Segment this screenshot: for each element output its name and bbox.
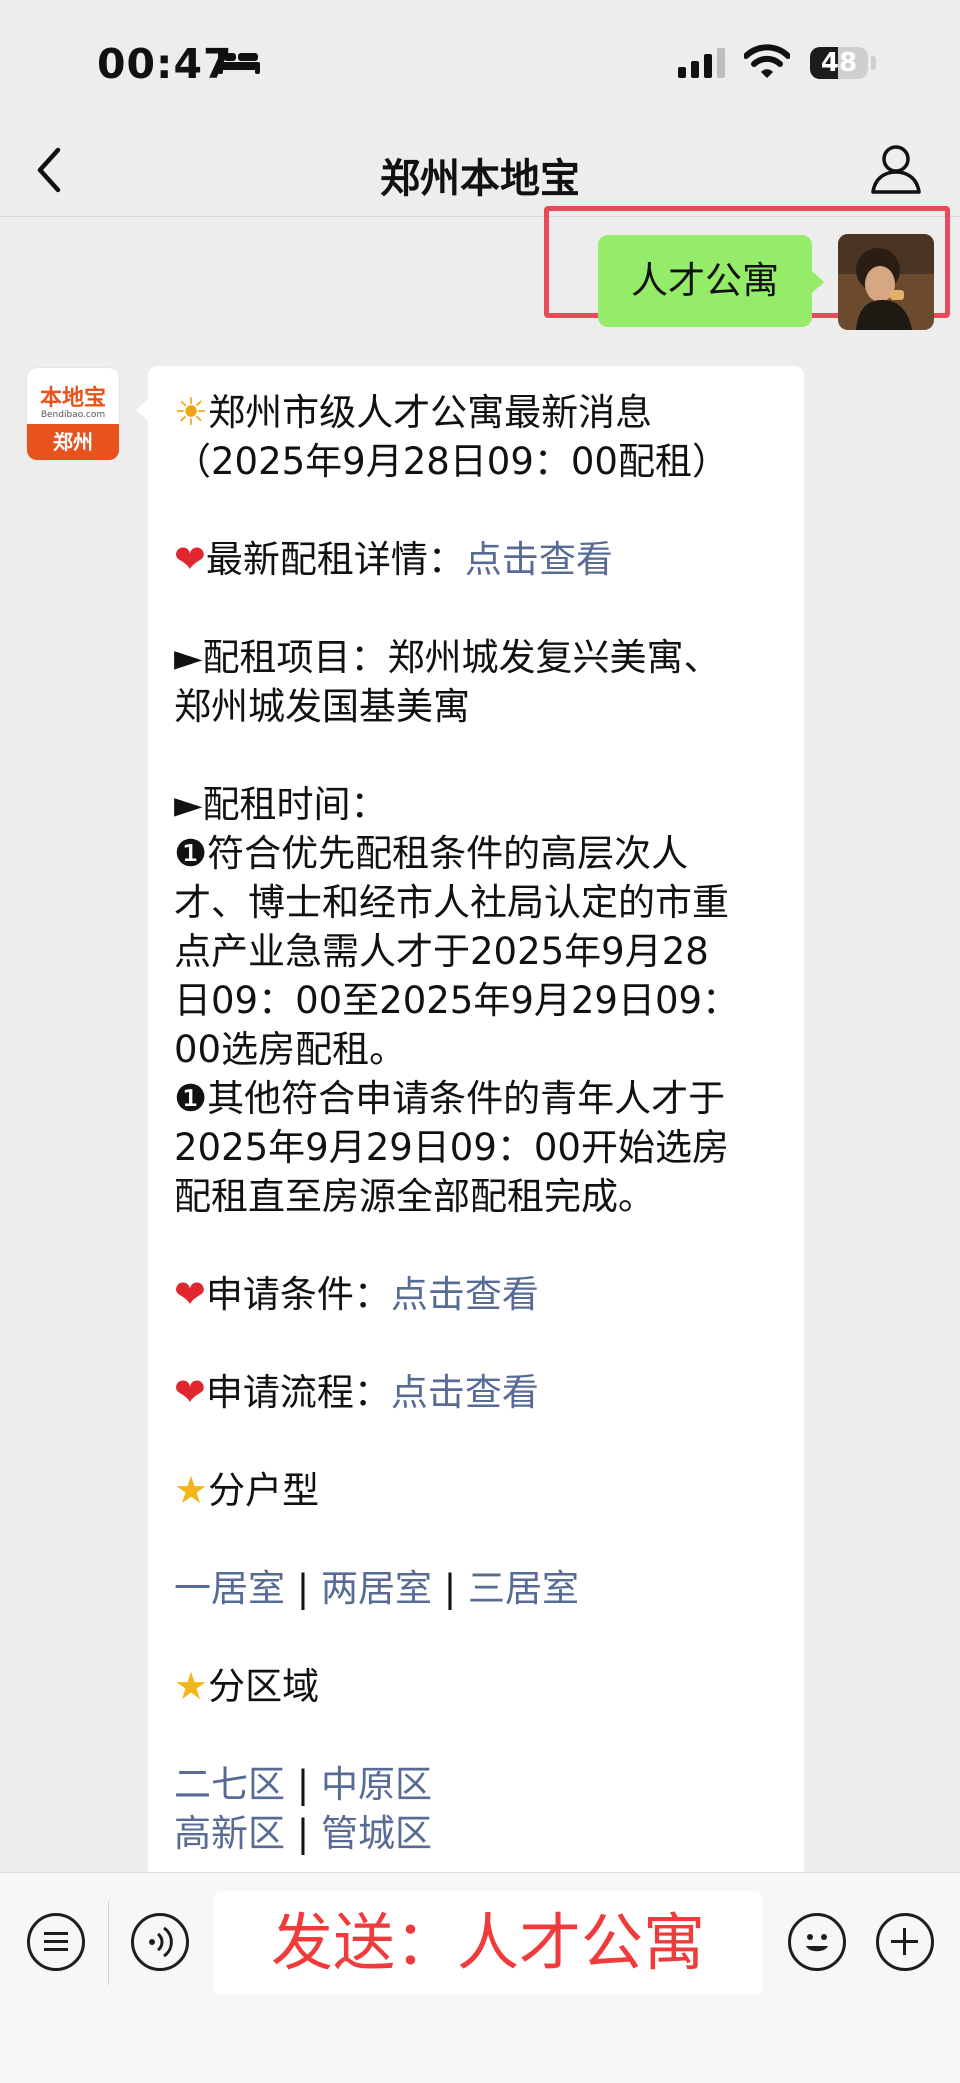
- unit-type-link-1[interactable]: 一居室: [174, 1567, 285, 1610]
- conditions-link[interactable]: 点击查看: [391, 1273, 539, 1316]
- time-line-2: 才、博士和经市人社局认定的市重: [174, 881, 729, 924]
- district-link-zhongyuan[interactable]: 中原区: [321, 1763, 432, 1806]
- details-link[interactable]: 点击查看: [465, 538, 613, 581]
- battery-icon: 48: [810, 47, 868, 79]
- profile-icon[interactable]: [868, 142, 924, 196]
- heart-icon: ❤: [174, 1272, 206, 1316]
- user-avatar[interactable]: [838, 234, 934, 330]
- avatar-site-text: Bendibao.com: [40, 410, 106, 420]
- chat-header: 郑州本地宝: [0, 120, 960, 217]
- project-label-2: 郑州城发国基美寓: [174, 685, 470, 728]
- district-label: 分区域: [208, 1665, 320, 1708]
- separator: |: [432, 1567, 468, 1610]
- message-input[interactable]: 发送：人才公寓: [214, 1891, 762, 1995]
- wifi-icon: [744, 44, 790, 78]
- sun-icon: ☀: [174, 390, 209, 434]
- details-label: 最新配租详情：: [205, 538, 465, 581]
- headline-date: （2025年9月28日09：00配租）: [174, 440, 729, 483]
- cellular-signal-icon: [678, 48, 725, 78]
- star-icon: ★: [174, 1468, 209, 1512]
- add-plus-icon[interactable]: [876, 1913, 934, 1971]
- bendibao-avatar[interactable]: 本地宝 Bendibao.com 郑州: [27, 368, 119, 460]
- time-line-7: 2025年9月29日09：00开始选房: [174, 1126, 729, 1169]
- separator: |: [285, 1763, 321, 1806]
- time-line-4: 日09：00至2025年9月29日09：: [174, 979, 740, 1022]
- status-bar: 00:47 48: [0, 0, 960, 120]
- separator: |: [285, 1567, 321, 1610]
- heart-icon: ❤: [174, 537, 206, 581]
- district-link-erqi[interactable]: 二七区: [174, 1763, 285, 1806]
- conditions-label: 申请条件：: [205, 1273, 391, 1316]
- process-link[interactable]: 点击查看: [391, 1371, 539, 1414]
- menu-list-icon[interactable]: [27, 1913, 85, 1971]
- battery-level: 48: [820, 48, 858, 78]
- voice-icon[interactable]: [131, 1913, 189, 1971]
- time-label: ►配租时间：: [174, 783, 388, 826]
- star-icon: ★: [174, 1664, 209, 1708]
- time-line-8: 配租直至房源全部配租完成。: [174, 1175, 655, 1218]
- divider: [108, 1901, 109, 1985]
- heart-icon: ❤: [174, 1370, 206, 1414]
- unit-type-label: 分户型: [208, 1469, 320, 1512]
- headline: 郑州市级人才公寓最新消息: [208, 391, 653, 434]
- sent-bubble-tail: [811, 270, 824, 294]
- time-line-3: 点产业急需人才于2025年9月28: [174, 930, 709, 973]
- unit-type-link-2[interactable]: 两居室: [321, 1567, 432, 1610]
- battery-tip: [871, 56, 876, 70]
- status-time: 00:47: [97, 40, 233, 88]
- input-bar: 发送：人才公寓: [0, 1872, 960, 2083]
- separator: |: [285, 1812, 321, 1855]
- chat-title: 郑州本地宝: [380, 156, 580, 202]
- district-link-guancheng[interactable]: 管城区: [321, 1812, 432, 1855]
- received-bubble-tail: [136, 398, 149, 422]
- avatar-city-text: 郑州: [27, 424, 119, 460]
- emoji-icon[interactable]: [788, 1913, 846, 1971]
- unit-type-link-3[interactable]: 三居室: [468, 1567, 579, 1610]
- sleep-focus-icon: [218, 52, 260, 74]
- avatar-logo-text: 本地宝: [39, 386, 106, 411]
- sent-message-bubble[interactable]: 人才公寓: [598, 235, 812, 327]
- time-line-1: ❶符合优先配租条件的高层次人: [174, 832, 689, 875]
- process-label: 申请流程：: [205, 1371, 391, 1414]
- time-line-6: ❶其他符合申请条件的青年人才于: [174, 1077, 726, 1120]
- time-line-5: 00选房配租。: [174, 1028, 407, 1071]
- message-content: ☀郑州市级人才公寓最新消息 （2025年9月28日09：00配租） ❤最新配租详…: [174, 388, 794, 1858]
- district-link-gaoxin[interactable]: 高新区: [174, 1812, 285, 1855]
- project-label: ►配租项目：郑州城发复兴美寓、: [174, 636, 721, 679]
